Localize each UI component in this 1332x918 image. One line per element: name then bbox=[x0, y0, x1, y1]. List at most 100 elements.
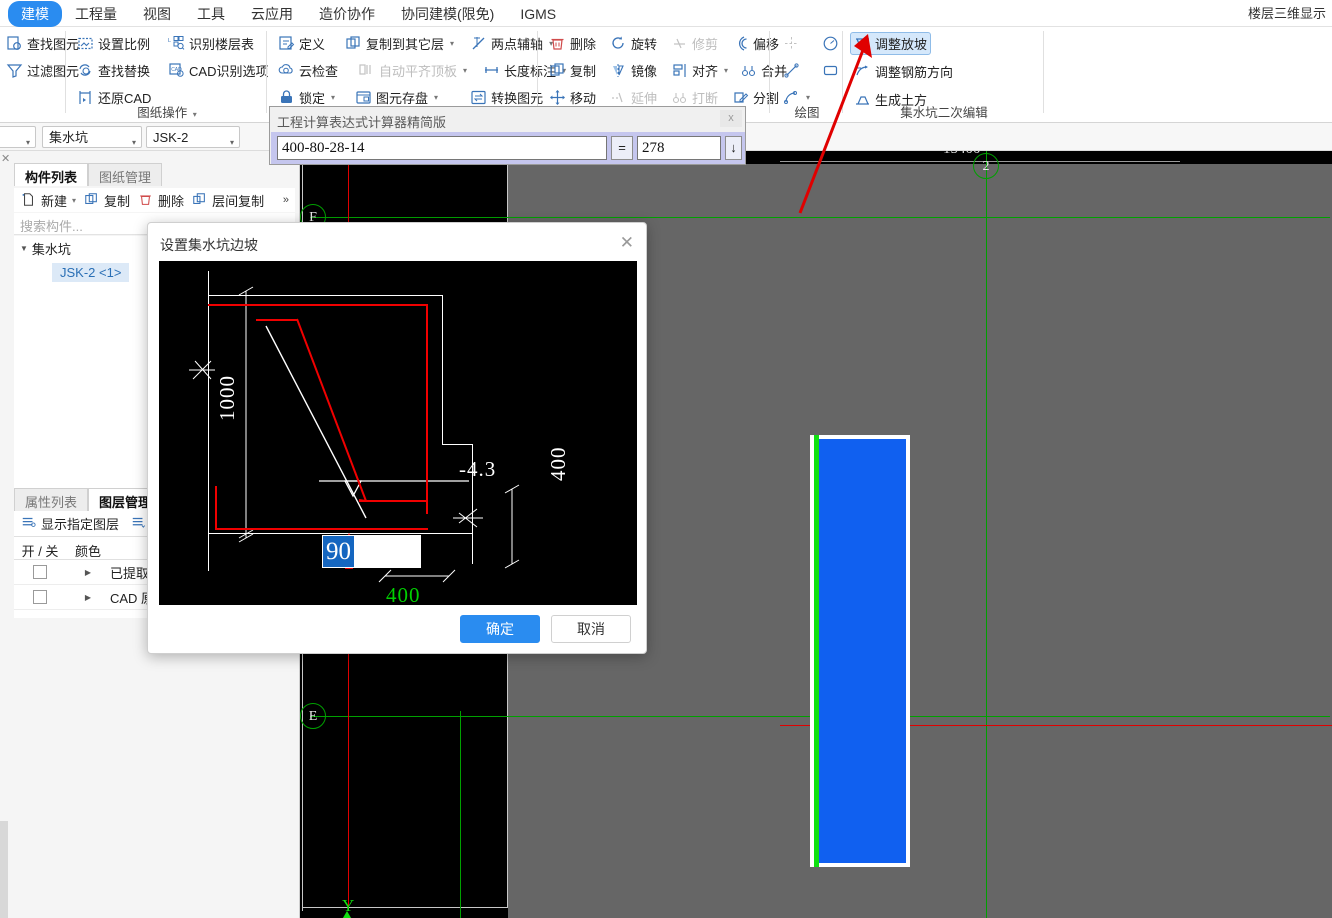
tree-leaf-jsk2[interactable]: JSK-2 <1> bbox=[52, 263, 130, 282]
tab-drawing-management[interactable]: 图纸管理 bbox=[88, 163, 163, 186]
menu-item-quantity[interactable]: 工程量 bbox=[62, 1, 130, 27]
set-scale-label: 设置比例 bbox=[98, 37, 151, 52]
delete-button[interactable]: 删除 bbox=[545, 32, 600, 55]
elevation-label: -4.3 bbox=[459, 457, 497, 481]
rectangle-button[interactable] bbox=[818, 60, 843, 81]
menu-bar: 建模 工程量 视图 工具 云应用 造价协作 协同建模(限免) IGMS 楼层三维… bbox=[0, 0, 1332, 27]
cancel-button[interactable]: 取消 bbox=[551, 615, 631, 643]
menu-items: 建模 工程量 视图 工具 云应用 造价协作 协同建模(限免) IGMS bbox=[0, 0, 1332, 27]
delete-icon bbox=[549, 35, 566, 52]
menu-item-collab-modeling[interactable]: 协同建模(限免) bbox=[388, 1, 507, 27]
find-replace-button[interactable]: 查找替换 bbox=[73, 59, 154, 82]
define-button[interactable]: 定义 bbox=[274, 32, 329, 55]
result-input[interactable]: 278 bbox=[637, 136, 721, 160]
mirror-icon bbox=[610, 62, 627, 79]
adjust-slope-button[interactable]: 调整放坡 bbox=[850, 32, 932, 55]
menu-item-modeling[interactable]: 建模 bbox=[8, 0, 62, 27]
ribbon-group-find: 查找图元 过滤图元 bbox=[0, 27, 79, 123]
left-scrollbar[interactable] bbox=[0, 821, 8, 918]
component-toolbar: 新建 ▾ 复制 删除 层间复制 » bbox=[14, 188, 295, 212]
layer-checkbox[interactable] bbox=[14, 590, 66, 604]
ribbon-group-draw: ▾ 绘图 bbox=[771, 27, 843, 123]
tab-property-list[interactable]: 属性列表 bbox=[14, 488, 89, 511]
delete-component-button[interactable]: 删除 bbox=[135, 190, 187, 211]
point-button[interactable] bbox=[779, 33, 804, 54]
close-icon[interactable]: ✕ bbox=[1, 152, 10, 165]
component-type-combo[interactable]: 集水坑 ▾ bbox=[42, 126, 142, 148]
column-on-off: 开 / 关 bbox=[21, 544, 59, 559]
ribbon-group-drawing-ops-title[interactable]: 图纸操作 ▾ bbox=[67, 102, 267, 121]
chevron-down-icon: ▾ bbox=[229, 138, 234, 147]
rotate-button[interactable]: 旋转 bbox=[606, 32, 661, 55]
cloud-check-button[interactable]: 云检查 bbox=[274, 59, 342, 82]
chevron-right-icon[interactable]: ▶ bbox=[66, 568, 110, 577]
delete-label: 删除 bbox=[570, 37, 597, 52]
component-name-combo[interactable]: JSK-2 ▾ bbox=[146, 126, 240, 148]
tree-node-sump-label: 集水坑 bbox=[31, 242, 71, 257]
new-component-label: 新建 bbox=[41, 193, 68, 209]
circle-button[interactable] bbox=[818, 33, 843, 54]
length-dimension-icon bbox=[483, 62, 500, 79]
sump-slope-dialog[interactable]: 设置集水坑边坡 ✕ 1000 -4.3 400 400 90 确定 取消 bbox=[147, 222, 647, 654]
copy-button[interactable]: 复制 bbox=[545, 59, 600, 82]
frame-line-bottom bbox=[302, 907, 508, 908]
equals-button[interactable]: = bbox=[611, 136, 633, 160]
grid-bubble-2[interactable]: 2 bbox=[973, 153, 999, 179]
menu-item-cloud-apps[interactable]: 云应用 bbox=[238, 1, 306, 27]
show-specified-layer-button[interactable]: 显示指定图层 bbox=[18, 513, 122, 534]
floor-3d-display-label[interactable]: 楼层三维显示 bbox=[1248, 3, 1328, 22]
component-type-combo-value: 集水坑 bbox=[49, 130, 89, 145]
set-scale-button[interactable]: 设置比例 bbox=[73, 32, 154, 55]
chevron-down-icon: ▾ bbox=[131, 138, 136, 147]
chevron-right-icon[interactable]: ▶ bbox=[66, 593, 110, 602]
slope-value-selected-text: 90 bbox=[323, 536, 354, 567]
expression-calculator-dialog[interactable]: 工程计算表达式计算器精简版 x 400-80-28-14 = 278 ↓ bbox=[269, 106, 746, 165]
tab-component-list[interactable]: 构件列表 bbox=[14, 163, 89, 186]
cad-recognize-options-button[interactable]: CAD CAD识别选项 bbox=[164, 59, 272, 82]
copy-between-floors-button[interactable]: 层间复制 bbox=[189, 190, 267, 211]
svg-text:CAD: CAD bbox=[171, 67, 182, 73]
cad-recognize-options-label: CAD识别选项 bbox=[189, 64, 269, 79]
menu-item-view[interactable]: 视图 bbox=[130, 1, 184, 27]
bottom-width-label: 400 bbox=[386, 583, 421, 605]
expression-input[interactable]: 400-80-28-14 bbox=[277, 136, 607, 160]
toolbar-overflow-button[interactable]: » bbox=[280, 193, 295, 207]
calculator-close-button[interactable]: x bbox=[720, 110, 742, 127]
menu-item-tools[interactable]: 工具 bbox=[184, 1, 238, 27]
auto-align-slab-button[interactable]: 自动平齐顶板 ▾ bbox=[354, 59, 471, 82]
two-point-aux-axis-label: 两点辅轴 bbox=[491, 37, 544, 52]
menu-item-cost-collab[interactable]: 造价协作 bbox=[306, 1, 388, 27]
copy-between-floors-icon bbox=[192, 192, 209, 209]
ok-button[interactable]: 确定 bbox=[460, 615, 540, 643]
point-icon bbox=[783, 35, 800, 52]
new-component-button[interactable]: 新建 ▾ bbox=[18, 190, 79, 211]
chevron-down-icon: ▾ bbox=[25, 138, 30, 147]
trim-button[interactable]: 修剪 bbox=[667, 32, 722, 55]
mirror-button[interactable]: 镜像 bbox=[606, 59, 661, 82]
copy-between-floors-label: 层间复制 bbox=[212, 193, 265, 209]
copy-to-other-floor-icon bbox=[345, 35, 362, 52]
copy-component-button[interactable]: 复制 bbox=[81, 190, 133, 211]
define-label: 定义 bbox=[299, 37, 326, 52]
recognize-floor-table-button[interactable]: L 识别楼层表 bbox=[164, 32, 258, 55]
line-button[interactable] bbox=[779, 60, 804, 81]
close-icon[interactable]: ✕ bbox=[620, 233, 634, 253]
calculator-dropdown-button[interactable]: ↓ bbox=[725, 136, 742, 160]
dialog-title: 设置集水坑边坡 bbox=[160, 237, 258, 253]
align-button[interactable]: 对齐 ▾ bbox=[667, 59, 732, 82]
selected-sump-element[interactable] bbox=[810, 435, 910, 867]
menu-item-igms[interactable]: IGMS bbox=[507, 3, 569, 25]
adjust-slope-icon bbox=[854, 35, 871, 52]
find-element-icon bbox=[6, 35, 23, 52]
grid-line-aux bbox=[460, 711, 461, 918]
copy-to-other-floor-button[interactable]: 复制到其它层 ▾ bbox=[341, 32, 458, 55]
copy-component-label: 复制 bbox=[104, 193, 131, 209]
grid-bubble-E[interactable]: E bbox=[300, 703, 326, 729]
category-combo[interactable]: ▾ bbox=[0, 126, 36, 148]
component-name-combo-value: JSK-2 bbox=[153, 130, 189, 145]
new-icon bbox=[21, 192, 38, 209]
slope-value-input[interactable]: 90 bbox=[322, 535, 421, 568]
adjust-rebar-direction-button[interactable]: 调整钢筋方向 bbox=[850, 60, 957, 83]
component-panel-tabs: 构件列表 图纸管理 bbox=[14, 163, 163, 186]
layer-checkbox[interactable] bbox=[14, 565, 66, 579]
